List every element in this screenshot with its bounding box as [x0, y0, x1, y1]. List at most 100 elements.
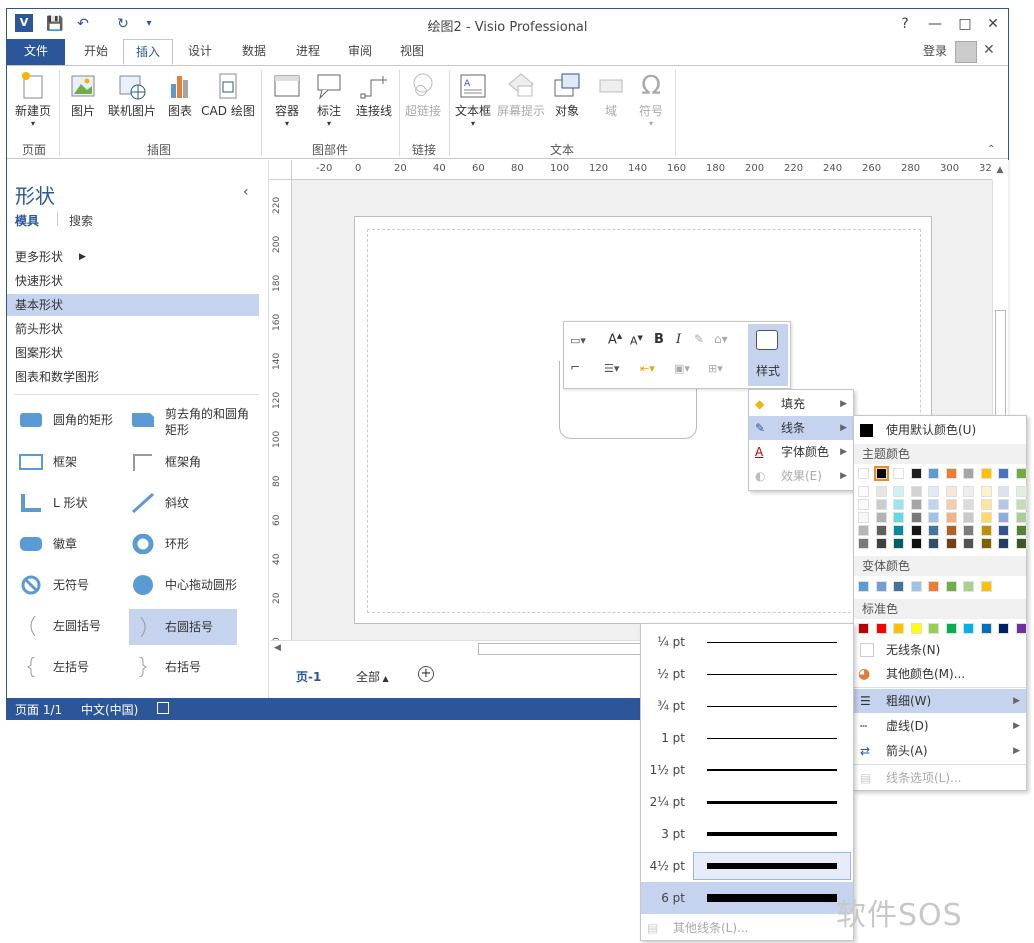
theme-shade-swatch[interactable]	[910, 525, 922, 536]
macro-record-icon[interactable]	[157, 702, 169, 714]
shape-no-symbol[interactable]: 无符号	[19, 575, 129, 599]
collapse-pane-icon[interactable]: ‹	[243, 184, 249, 200]
theme-color-swatch[interactable]	[963, 468, 974, 479]
standard-color-swatch[interactable]	[963, 623, 974, 634]
tab-view[interactable]: 视图	[391, 39, 433, 65]
theme-shade-swatch[interactable]	[858, 499, 869, 510]
theme-shade-swatch[interactable]	[928, 538, 939, 549]
variant-color-swatch[interactable]	[963, 581, 974, 592]
stencil-more-shapes[interactable]: 更多形状 ▶	[7, 246, 259, 268]
theme-shade-swatch[interactable]	[893, 525, 904, 536]
theme-color-swatch[interactable]	[858, 468, 869, 479]
theme-shade-swatch[interactable]	[963, 486, 974, 497]
tab-design[interactable]: 设计	[179, 39, 221, 65]
shrink-font-icon[interactable]: A▼	[630, 334, 643, 348]
new-page-button[interactable]: 新建页 ▾	[11, 70, 55, 128]
theme-shade-swatch[interactable]	[910, 499, 922, 510]
all-pages-button[interactable]: 全部 ▲	[356, 668, 389, 685]
shape-right-brace[interactable]: 右括号	[131, 657, 261, 681]
theme-shade-swatch[interactable]	[998, 486, 1009, 497]
picture-button[interactable]: 图片	[65, 70, 101, 119]
theme-shade-swatch[interactable]	[858, 486, 869, 497]
weight-option[interactable]: 1 pt	[641, 722, 853, 754]
theme-shade-swatch[interactable]	[858, 538, 869, 549]
online-picture-button[interactable]: 联机图片	[105, 70, 159, 119]
weight-option[interactable]: 1½ pt	[641, 754, 853, 786]
format-painter-icon[interactable]: ✎	[694, 332, 704, 346]
shape-rounded-rectangle[interactable]: 圆角的矩形	[19, 410, 129, 434]
menu-item-arrows[interactable]: ⇄ 箭头(A) ▶	[854, 739, 1026, 763]
weight-option[interactable]: 2¼ pt	[641, 786, 853, 818]
theme-shade-swatch[interactable]	[875, 512, 887, 523]
position-icon[interactable]: ⇤▾	[640, 362, 655, 375]
variant-color-swatch[interactable]	[928, 581, 939, 592]
theme-shade-swatch[interactable]	[980, 525, 992, 536]
theme-color-swatch[interactable]	[980, 468, 992, 479]
text-box-button[interactable]: A 文本框 ▾	[453, 70, 493, 128]
menu-item-weight[interactable]: ☰ 粗细(W) ▶	[854, 689, 1026, 713]
theme-shade-swatch[interactable]	[910, 512, 922, 523]
menu-item-line[interactable]: ✎ 线条 ▶	[749, 416, 853, 440]
shape-plaque[interactable]: 徽章	[19, 534, 129, 558]
help-button[interactable]: ?	[891, 13, 919, 35]
standard-color-swatch[interactable]	[945, 623, 957, 634]
close-button[interactable]: ✕	[979, 13, 1007, 35]
shape-diagonal-stripe[interactable]: 斜纹	[131, 493, 261, 517]
theme-shade-swatch[interactable]	[963, 538, 974, 549]
object-button[interactable]: 对象	[549, 70, 585, 119]
scroll-thumb[interactable]	[478, 643, 648, 655]
theme-shade-swatch[interactable]	[945, 512, 957, 523]
variant-color-swatch[interactable]	[980, 581, 992, 592]
tab-stencils[interactable]: 模具	[15, 212, 39, 229]
avatar[interactable]	[955, 41, 977, 63]
theme-color-swatch[interactable]	[893, 468, 904, 479]
connector-button[interactable]: 连接线	[351, 70, 397, 119]
theme-shade-swatch[interactable]	[875, 525, 887, 536]
text-format-icon[interactable]: ▭▾	[570, 334, 586, 347]
standard-color-swatch[interactable]	[858, 623, 869, 634]
standard-color-swatch[interactable]	[910, 623, 922, 634]
status-page[interactable]: 页面 1/1	[15, 701, 62, 718]
theme-color-swatch[interactable]	[1015, 468, 1027, 479]
theme-color-swatch[interactable]	[910, 468, 922, 479]
stencil-basic-shapes[interactable]: 基本形状	[7, 294, 259, 316]
theme-shade-swatch[interactable]	[998, 512, 1009, 523]
menu-item-line-options[interactable]: ▤ 线条选项(L)...	[854, 766, 1026, 790]
standard-color-swatch[interactable]	[893, 623, 904, 634]
menu-item-dashes[interactable]: ┅ 虚线(D) ▶	[854, 714, 1026, 738]
collapse-ribbon-icon[interactable]: ⌃	[987, 144, 995, 155]
theme-shade-swatch[interactable]	[858, 512, 869, 523]
tab-data[interactable]: 数据	[233, 39, 275, 65]
menu-item-default-color[interactable]: 使用默认颜色(U)	[854, 418, 1026, 442]
theme-shade-swatch[interactable]	[998, 538, 1009, 549]
theme-shade-swatch[interactable]	[1015, 486, 1027, 497]
stencil-arrow-shapes[interactable]: 箭头形状	[7, 318, 259, 340]
theme-shade-swatch[interactable]	[963, 499, 974, 510]
add-page-icon[interactable]: +	[418, 666, 434, 682]
screentip-button[interactable]: 屏幕提示	[495, 70, 547, 119]
shape-left-brace[interactable]: 左括号	[19, 657, 129, 681]
theme-shade-swatch[interactable]	[945, 538, 957, 549]
theme-shade-swatch[interactable]	[998, 525, 1009, 536]
standard-color-swatch[interactable]	[980, 623, 992, 634]
theme-shade-swatch[interactable]	[1015, 525, 1027, 536]
variant-color-swatch[interactable]	[893, 581, 904, 592]
theme-shade-swatch[interactable]	[1015, 538, 1027, 549]
menu-item-no-line[interactable]: 无线条(N)	[854, 638, 1026, 662]
theme-shade-swatch[interactable]	[875, 486, 887, 497]
theme-shade-swatch[interactable]	[893, 499, 904, 510]
theme-shade-swatch[interactable]	[875, 538, 887, 549]
minimize-button[interactable]: —	[921, 13, 949, 35]
theme-shade-swatch[interactable]	[945, 486, 957, 497]
theme-shade-swatch[interactable]	[858, 525, 869, 536]
shape-donut[interactable]: 环形	[131, 534, 261, 558]
shape-l-shape[interactable]: L 形状	[19, 493, 129, 517]
theme-shade-swatch[interactable]	[980, 512, 992, 523]
theme-shade-swatch[interactable]	[928, 499, 939, 510]
variant-color-swatch[interactable]	[910, 581, 922, 592]
tab-home[interactable]: 开始	[75, 39, 117, 65]
stencil-quick-shapes[interactable]: 快速形状	[7, 270, 259, 292]
align-icon[interactable]: ☰▾	[604, 362, 619, 375]
container-button[interactable]: 容器 ▾	[269, 70, 305, 128]
stencil-pattern-shapes[interactable]: 图案形状	[7, 342, 259, 364]
